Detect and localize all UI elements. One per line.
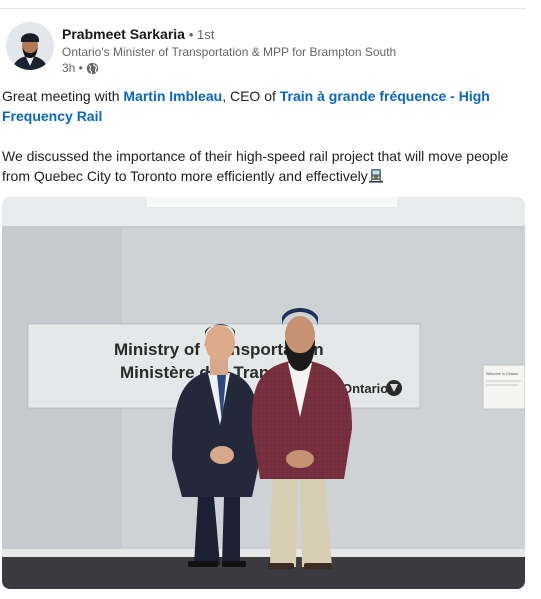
p2-text: We discussed the importance of their hig… <box>2 148 509 184</box>
post-paragraph-2: We discussed the importance of their hig… <box>2 146 526 186</box>
photo-scene: Ministry of Transportation Ministère des… <box>2 197 525 589</box>
top-divider <box>0 8 526 9</box>
p1-text-before: Great meeting with <box>2 88 124 104</box>
author-name-text[interactable]: Prabmeet Sarkaria <box>62 26 185 42</box>
post-body: Great meeting with Martin Imbleau, CEO o… <box>2 86 526 186</box>
post-meta: 3h • <box>62 61 99 75</box>
post-image[interactable]: Ministry of Transportation Ministère des… <box>2 197 525 589</box>
sign-brand: Ontario <box>342 381 388 396</box>
p1-text-middle: , CEO of <box>222 88 280 104</box>
notice-text: Welcome to Ontario <box>486 372 518 376</box>
floor <box>2 557 525 589</box>
wall-notice: Welcome to Ontario <box>482 364 525 410</box>
post-header: Prabmeet Sarkaria • 1st Ontario's Minist… <box>6 20 526 76</box>
post-time: 3h • <box>62 61 83 75</box>
post-paragraph-1: Great meeting with Martin Imbleau, CEO o… <box>2 86 526 126</box>
train-icon <box>368 168 384 184</box>
author-name[interactable]: Prabmeet Sarkaria • 1st <box>62 26 214 42</box>
globe-icon <box>86 62 99 75</box>
mention-person-link[interactable]: Martin Imbleau <box>123 88 222 104</box>
connection-degree: • 1st <box>188 27 215 42</box>
author-avatar[interactable] <box>6 22 54 70</box>
avatar-image <box>6 22 54 70</box>
author-headline: Ontario's Minister of Transportation & M… <box>62 45 397 59</box>
